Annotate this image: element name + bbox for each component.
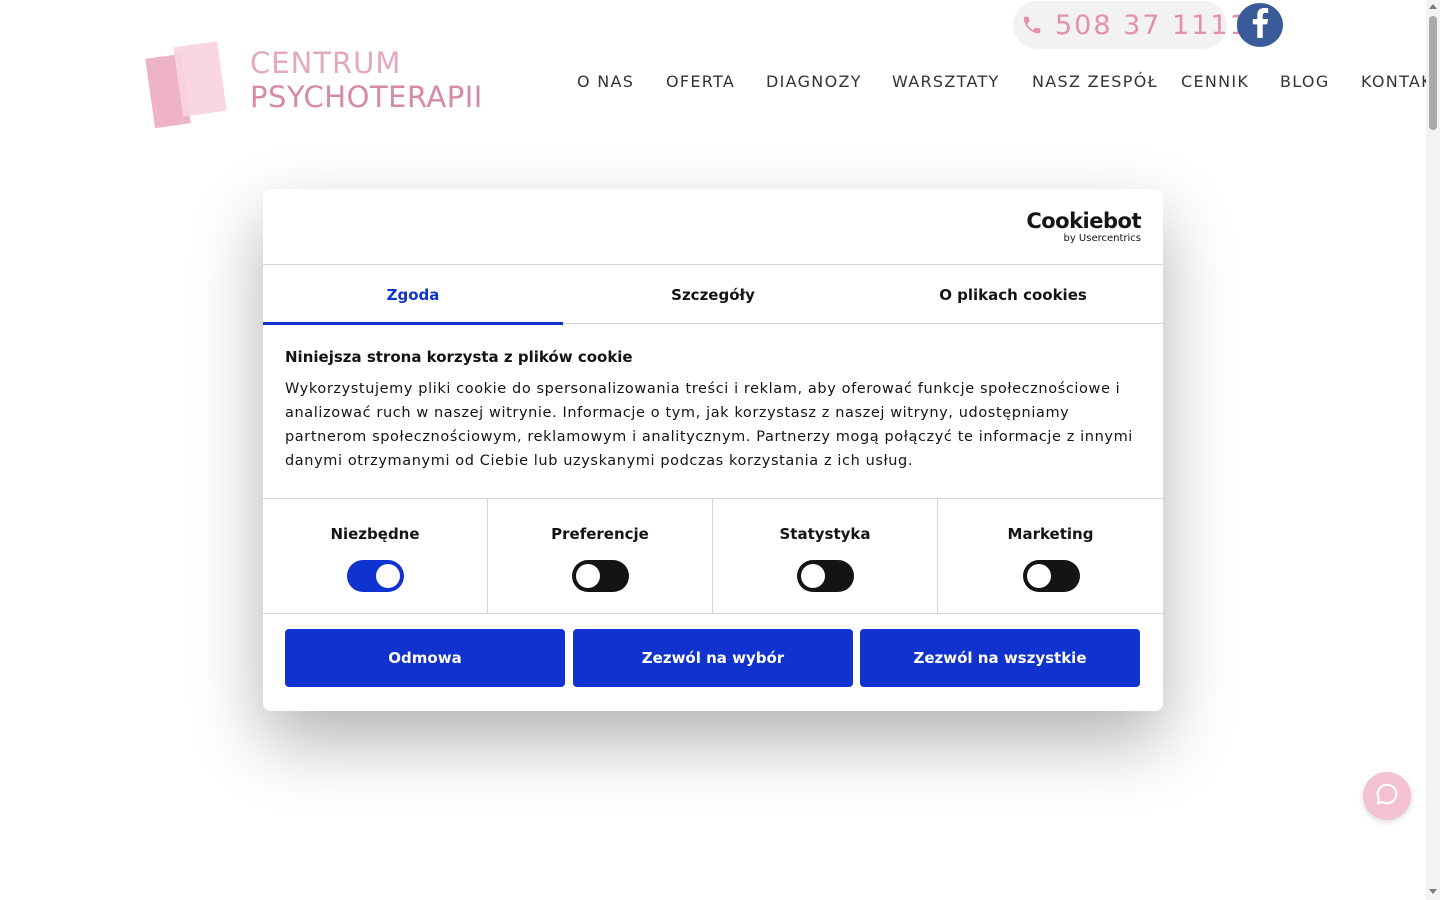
chat-button[interactable]: [1363, 772, 1411, 820]
scroll-up-arrow-icon[interactable]: [1429, 4, 1437, 9]
nav-item-nasz-zespol[interactable]: NASZ ZESPÓŁ: [1032, 72, 1158, 91]
cookie-tabs: Zgoda Szczegóły O plikach cookies: [263, 265, 1163, 325]
toggle-preferencje[interactable]: [572, 560, 629, 592]
toggle-niezbedne[interactable]: [347, 560, 404, 592]
scroll-down-arrow-icon[interactable]: [1429, 889, 1437, 894]
site-logo[interactable]: CENTRUM PSYCHOTERAPII: [145, 41, 528, 132]
cookie-category-toggles: Niezbędne Preferencje Statystyka Marketi…: [263, 498, 1163, 614]
toggle-cell-niezbedne: Niezbędne: [263, 499, 488, 613]
cookiebot-logo[interactable]: Cookiebot by Usercentrics: [1026, 209, 1141, 245]
phone-icon: [1021, 11, 1043, 39]
phone-link[interactable]: 508 37 1111: [1013, 1, 1247, 49]
cookie-body: Niniejsza strona korzysta z plików cooki…: [285, 347, 1145, 473]
tab-zgoda[interactable]: Zgoda: [263, 265, 563, 325]
chat-bubble-icon: [1374, 781, 1400, 811]
tab-o-plikach-cookies[interactable]: O plikach cookies: [863, 265, 1163, 324]
main-nav: O NAS OFERTA DIAGNOZY WARSZTATY NASZ ZES…: [577, 70, 1440, 96]
toggle-label: Niezbędne: [330, 525, 420, 543]
facebook-icon: [1251, 8, 1269, 42]
toggle-cell-statystyka: Statystyka: [713, 499, 938, 613]
cookiebot-logo-text: Cookiebot: [1026, 209, 1141, 233]
nav-item-oferta[interactable]: OFERTA: [666, 72, 735, 91]
cookie-description: Wykorzystujemy pliki cookie do spersonal…: [285, 381, 1133, 469]
tab-szczegoly[interactable]: Szczegóły: [563, 265, 863, 324]
scrollbar-thumb[interactable]: [1429, 16, 1437, 130]
logo-text-line2: PSYCHOTERAPII: [250, 80, 483, 114]
allow-selection-button[interactable]: Zezwól na wybór: [573, 629, 853, 687]
nav-item-cennik[interactable]: CENNIK: [1181, 72, 1249, 91]
cookiebot-logo-subtext: by Usercentrics: [1063, 233, 1141, 244]
page-scrollbar[interactable]: [1426, 0, 1440, 900]
cookie-buttons: Odmowa Zezwól na wybór Zezwól na wszystk…: [285, 629, 1141, 687]
nav-item-o-nas[interactable]: O NAS: [577, 72, 634, 91]
nav-item-warsztaty[interactable]: WARSZTATY: [892, 72, 1000, 91]
toggle-label: Preferencje: [551, 525, 649, 543]
toggle-label: Statystyka: [779, 525, 871, 543]
toggle-label: Marketing: [1007, 525, 1094, 543]
toggle-cell-marketing: Marketing: [938, 499, 1163, 613]
cookie-consent-dialog: Cookiebot by Usercentrics Zgoda Szczegół…: [263, 189, 1163, 711]
cookie-title: Niniejsza strona korzysta z plików cooki…: [285, 348, 633, 366]
toggle-marketing[interactable]: [1022, 560, 1080, 592]
logo-mark-icon: [145, 41, 230, 130]
nav-item-blog[interactable]: BLOG: [1280, 72, 1330, 91]
phone-number: 508 37 1111: [1055, 9, 1249, 41]
facebook-button[interactable]: [1237, 3, 1283, 47]
cookie-dialog-header: Cookiebot by Usercentrics: [263, 189, 1163, 265]
logo-text-line1: CENTRUM: [250, 46, 402, 80]
toggle-cell-preferencje: Preferencje: [488, 499, 713, 613]
deny-button[interactable]: Odmowa: [285, 629, 565, 687]
allow-all-button[interactable]: Zezwól na wszystkie: [860, 629, 1140, 687]
toggle-statystyka[interactable]: [797, 560, 854, 592]
nav-item-diagnozy[interactable]: DIAGNOZY: [766, 72, 862, 91]
